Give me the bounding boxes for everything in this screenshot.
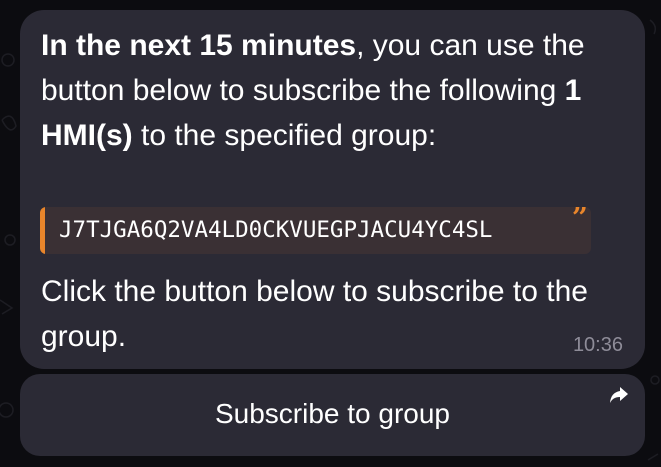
message-timestamp: 10:36	[572, 334, 623, 356]
subscribe-button-label: Subscribe to group	[214, 398, 451, 429]
code-quote[interactable]: J7TJGA6Q2VA4LD0CKVUEGPJACU4YC4SL ”	[40, 207, 591, 254]
quote-icon: ”	[571, 207, 588, 234]
share-arrow-icon	[610, 387, 628, 403]
message-bubble: In the next 15 minutes, you can use the …	[20, 10, 645, 369]
instruction-text: Click the button below to subscribe to t…	[41, 275, 588, 353]
message-text: In the next 15 minutes, you can use the …	[41, 23, 621, 158]
message-bold-duration: In the next 15 minutes	[41, 29, 357, 62]
quote-accent-bar	[40, 207, 45, 254]
subscription-code[interactable]: J7TJGA6Q2VA4LD0CKVUEGPJACU4YC4SL	[59, 215, 492, 245]
message-text-end: to the specified group:	[132, 119, 437, 152]
subscribe-to-group-button[interactable]: Subscribe to group	[20, 374, 645, 456]
